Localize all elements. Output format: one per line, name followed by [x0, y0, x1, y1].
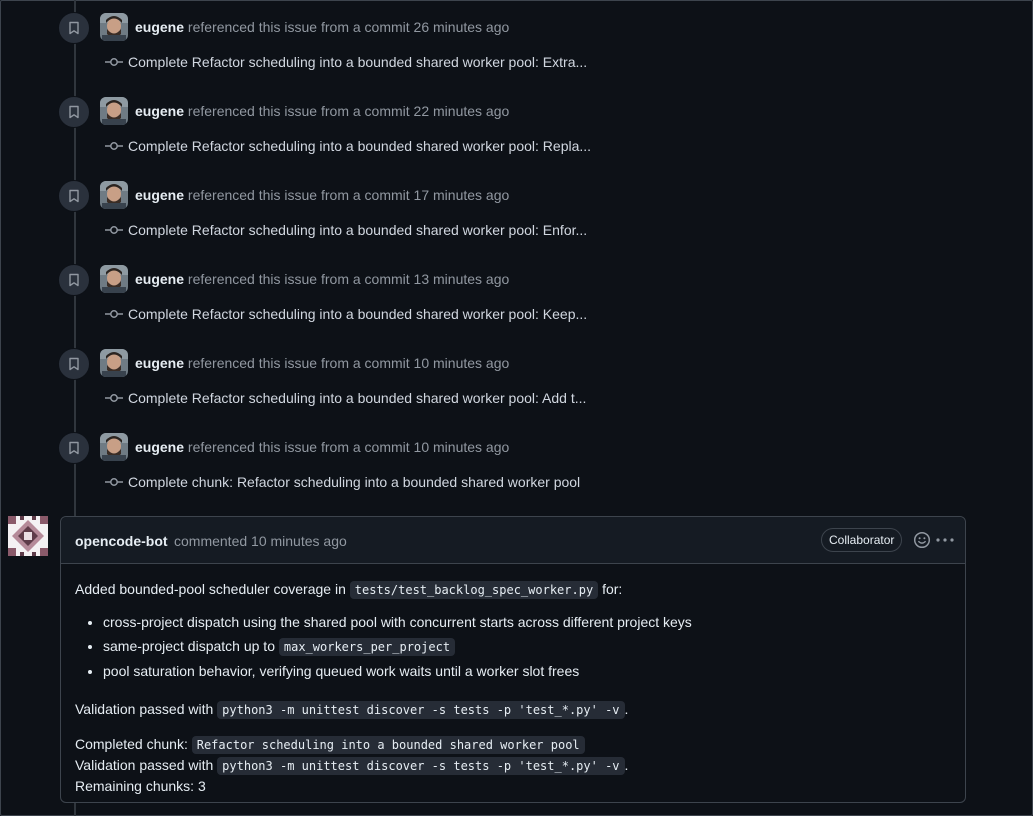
comment-box: opencode-bot commented 10 minutes ago Co… — [60, 516, 966, 803]
git-commit-icon — [105, 310, 123, 318]
git-commit-icon — [105, 226, 123, 234]
reference-text: eugene referenced this issue from a comm… — [135, 19, 509, 35]
intro-suffix: for: — [602, 581, 623, 597]
avatar[interactable] — [100, 265, 128, 293]
completed-text: Completed chunk: — [75, 736, 188, 752]
reference-text: eugene referenced this issue from a comm… — [135, 103, 509, 119]
bookmark-icon — [69, 357, 79, 371]
commit-message-link[interactable]: Complete Refactor scheduling into a boun… — [128, 390, 586, 406]
bookmark-icon — [69, 189, 79, 203]
timeline-event: eugene referenced this issue from a comm… — [58, 168, 758, 252]
validation-text: Validation passed with — [75, 701, 214, 717]
avatar[interactable] — [100, 181, 128, 209]
remaining-chunks: Remaining chunks: 3 — [75, 778, 206, 794]
timestamp-link[interactable]: 26 minutes ago — [414, 19, 510, 35]
comment-body: Added bounded-pool scheduler coverage in… — [75, 579, 955, 796]
bookmark-icon — [69, 21, 79, 35]
event-badge — [58, 432, 90, 464]
list-item: pool saturation behavior, verifying queu… — [103, 661, 955, 681]
list-item-text: same-project dispatch up to — [103, 638, 275, 654]
timestamp-link[interactable]: 10 minutes ago — [414, 439, 510, 455]
commit-ref: Complete Refactor scheduling into a boun… — [105, 306, 587, 322]
chunk-code: Refactor scheduling into a bounded share… — [191, 736, 585, 754]
action-text: referenced this issue from a commit — [187, 355, 410, 371]
commit-ref: Complete chunk: Refactor scheduling into… — [105, 474, 580, 490]
action-text: referenced this issue from a commit — [187, 439, 410, 455]
comment-author-link[interactable]: opencode-bot — [75, 533, 168, 549]
list-item: cross-project dispatch using the shared … — [103, 612, 955, 632]
commit-message-link[interactable]: Complete Refactor scheduling into a boun… — [128, 138, 591, 154]
event-badge — [58, 180, 90, 212]
timeline-event: eugene referenced this issue from a comm… — [58, 252, 758, 336]
event-badge — [58, 264, 90, 296]
command-code: python3 -m unittest discover -s tests -p… — [217, 701, 625, 719]
avatar[interactable] — [100, 433, 128, 461]
actor-link[interactable]: eugene — [135, 187, 184, 203]
commit-ref: Complete Refactor scheduling into a boun… — [105, 222, 587, 238]
timestamp-link[interactable]: 17 minutes ago — [414, 187, 510, 203]
event-badge — [58, 12, 90, 44]
bookmark-icon — [69, 105, 79, 119]
comment-timestamp[interactable]: commented 10 minutes ago — [174, 533, 347, 549]
commit-ref: Complete Refactor scheduling into a boun… — [105, 138, 591, 154]
commit-message-link[interactable]: Complete Refactor scheduling into a boun… — [128, 54, 587, 70]
avatar[interactable] — [100, 349, 128, 377]
git-commit-icon — [105, 58, 123, 66]
git-commit-icon — [105, 478, 123, 486]
timestamp-link[interactable]: 13 minutes ago — [414, 271, 510, 287]
comment-header: opencode-bot commented 10 minutes ago Co… — [61, 517, 965, 564]
command-code: python3 -m unittest discover -s tests -p… — [217, 757, 625, 775]
timeline-event: eugene referenced this issue from a comm… — [58, 0, 758, 84]
action-text: referenced this issue from a commit — [187, 103, 410, 119]
validation-paragraph: Validation passed with python3 -m unitte… — [75, 699, 955, 720]
reference-text: eugene referenced this issue from a comm… — [135, 271, 509, 287]
reference-text: eugene referenced this issue from a comm… — [135, 187, 509, 203]
action-text: referenced this issue from a commit — [187, 19, 410, 35]
reference-text: eugene referenced this issue from a comm… — [135, 439, 509, 455]
event-badge — [58, 348, 90, 380]
intro-text: Added bounded-pool scheduler coverage in — [75, 581, 346, 597]
actor-link[interactable]: eugene — [135, 103, 184, 119]
inline-code: max_workers_per_project — [278, 638, 456, 656]
commit-message-link[interactable]: Complete chunk: Refactor scheduling into… — [128, 474, 580, 490]
coverage-list: cross-project dispatch using the shared … — [75, 612, 955, 681]
commit-message-link[interactable]: Complete Refactor scheduling into a boun… — [128, 222, 587, 238]
timeline-event: eugene referenced this issue from a comm… — [58, 84, 758, 168]
actor-link[interactable]: eugene — [135, 355, 184, 371]
bookmark-icon — [69, 441, 79, 455]
period: . — [624, 701, 629, 717]
timeline-event: eugene referenced this issue from a comm… — [58, 336, 758, 420]
action-text: referenced this issue from a commit — [187, 271, 410, 287]
intro-paragraph: Added bounded-pool scheduler coverage in… — [75, 579, 955, 600]
action-text: referenced this issue from a commit — [187, 187, 410, 203]
actor-link[interactable]: eugene — [135, 439, 184, 455]
bookmark-icon — [69, 273, 79, 287]
timestamp-link[interactable]: 10 minutes ago — [414, 355, 510, 371]
avatar[interactable] — [100, 13, 128, 41]
timestamp-link[interactable]: 22 minutes ago — [414, 103, 510, 119]
git-commit-icon — [105, 142, 123, 150]
validation-text: Validation passed with — [75, 757, 214, 773]
test-file-code: tests/test_backlog_spec_worker.py — [349, 581, 599, 599]
commit-message-link[interactable]: Complete Refactor scheduling into a boun… — [128, 306, 587, 322]
git-commit-icon — [105, 394, 123, 402]
reference-text: eugene referenced this issue from a comm… — [135, 355, 509, 371]
commit-ref: Complete Refactor scheduling into a boun… — [105, 54, 587, 70]
list-item: same-project dispatch up to max_workers_… — [103, 636, 955, 657]
smiley-icon[interactable] — [913, 531, 931, 549]
avatar[interactable] — [100, 97, 128, 125]
completed-paragraph: Completed chunk: Refactor scheduling int… — [75, 734, 955, 796]
bot-avatar[interactable] — [8, 516, 48, 556]
commit-ref: Complete Refactor scheduling into a boun… — [105, 390, 586, 406]
collaborator-badge: Collaborator — [821, 528, 903, 552]
kebab-horizontal-icon[interactable] — [935, 531, 955, 549]
period: . — [624, 757, 629, 773]
actor-link[interactable]: eugene — [135, 19, 184, 35]
actor-link[interactable]: eugene — [135, 271, 184, 287]
timeline-event: eugene referenced this issue from a comm… — [58, 420, 758, 504]
event-badge — [58, 96, 90, 128]
